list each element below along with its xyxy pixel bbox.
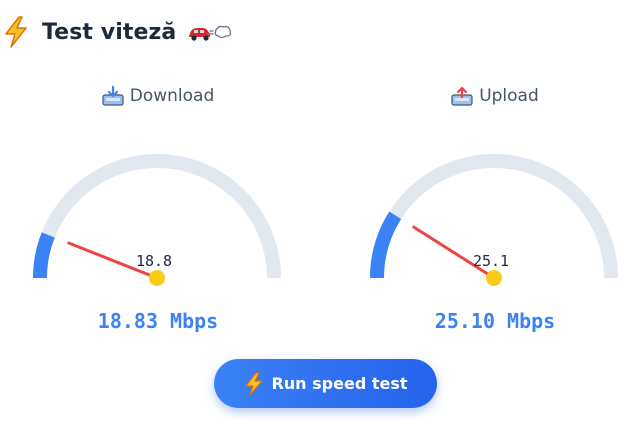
download-gauge-fill	[32, 232, 55, 279]
download-dial: 18.8	[32, 154, 281, 286]
run-speed-test-label: Run speed test	[271, 374, 408, 393]
download-needle-hub	[149, 270, 165, 286]
lightning-bolt-icon	[5, 16, 27, 48]
upload-tray-icon	[451, 86, 473, 106]
upload-needle-value: 25.1	[473, 252, 509, 270]
upload-dial: 25.1	[370, 154, 618, 286]
lightning-bolt-icon	[245, 371, 264, 396]
car-speed-icon	[189, 25, 232, 41]
download-needle-value: 18.8	[136, 252, 172, 270]
upload-label: Upload	[345, 86, 642, 106]
upload-gauge-fill	[370, 211, 402, 279]
upload-gauge: Upload 25.1 25.10 Mbps	[345, 80, 642, 350]
download-label-text: Download	[129, 86, 215, 106]
upload-speed: 25.10 Mbps	[434, 309, 556, 333]
download-label: Download	[8, 86, 308, 106]
upload-needle-hub	[486, 270, 502, 286]
upload-label-text: Upload	[479, 86, 539, 106]
run-speed-test-button[interactable]: Run speed test	[214, 359, 437, 408]
download-speed: 18.83 Mbps	[97, 309, 219, 333]
page-title: Test viteză	[42, 19, 177, 45]
page-header: Test viteză	[2, 14, 232, 50]
download-gauge: Download 18.8 18.83 Mbps	[8, 80, 308, 350]
download-tray-icon	[102, 86, 124, 106]
